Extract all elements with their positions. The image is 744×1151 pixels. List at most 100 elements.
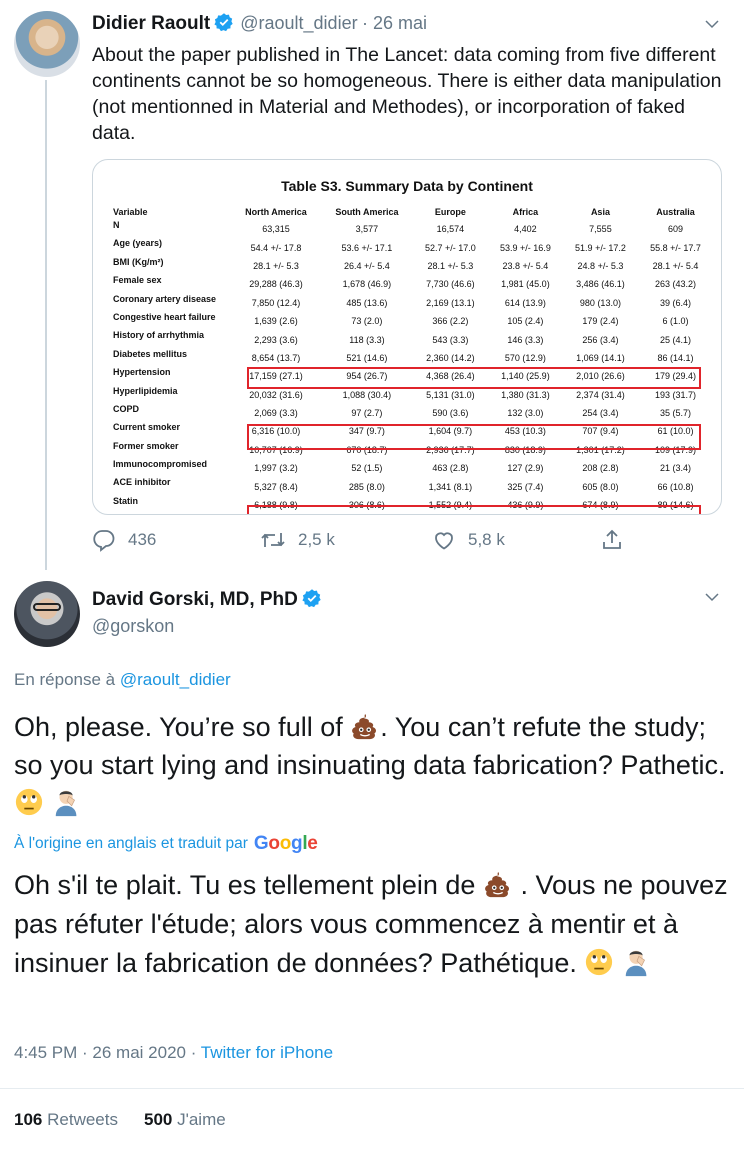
table-cell: 1,341 (8.1) bbox=[428, 481, 473, 492]
retweet-count: 2,5 k bbox=[298, 530, 335, 549]
like-button[interactable]: 5,8 k bbox=[432, 528, 505, 552]
table-cell: 3,486 (46.1) bbox=[576, 279, 625, 290]
table-row: BMI (Kg/m²) 28.1 +/- 5.3 26.4 +/- 5.4 28.1 … bbox=[111, 257, 713, 275]
tweet2-author-name[interactable]: David Gorski, MD, PhD bbox=[92, 589, 298, 610]
avatar-gorski[interactable] bbox=[14, 581, 80, 647]
table-row: Age (years) 54.4 +/- 17.8 53.6 +/- 17.1 52.… bbox=[111, 238, 713, 256]
table-cell: 609 bbox=[667, 224, 683, 235]
highlight-box-current-smoker bbox=[247, 424, 701, 450]
table-cell: 543 (3.3) bbox=[432, 334, 469, 345]
tweet1-text: About the paper published in The Lancet:… bbox=[92, 44, 722, 144]
avatar-raoult[interactable] bbox=[14, 11, 80, 77]
table-cell: 980 (13.0) bbox=[579, 297, 621, 308]
table-cell: 97 (2.7) bbox=[351, 408, 383, 419]
table-cell: 208 (2.8) bbox=[582, 463, 619, 474]
tweet1-author-name[interactable]: Didier Raoult bbox=[92, 13, 210, 34]
table-cell: 1,069 (14.1) bbox=[576, 352, 625, 363]
table-row-label: History of arrhythmia bbox=[113, 330, 205, 341]
facepalm-emoji bbox=[625, 950, 647, 977]
translated-label: À l'origine en anglais et traduit par bbox=[14, 835, 248, 852]
tweet2-meta: 4:45 PM · 26 mai 2020 · Twitter for iPho… bbox=[14, 1043, 333, 1063]
tweet2-text-part1: Oh, please. You’re so full of bbox=[14, 712, 343, 742]
table-cell: 86 (14.1) bbox=[657, 352, 694, 363]
table-cell: 118 (3.3) bbox=[349, 334, 385, 345]
table-row-label: Former smoker bbox=[113, 440, 179, 451]
tweet2-fr-part1: Oh s'il te plait. Tu es tellement plein … bbox=[14, 870, 476, 900]
share-button[interactable] bbox=[600, 528, 636, 552]
retweet-button[interactable]: 2,5 k bbox=[260, 528, 335, 552]
table-cell: 66 (10.8) bbox=[657, 481, 694, 492]
table-cell: 1,678 (46.9) bbox=[342, 279, 392, 290]
table-cell: 590 (3.6) bbox=[432, 408, 469, 419]
reply-count: 436 bbox=[128, 530, 157, 549]
table-header: North America bbox=[245, 207, 307, 217]
table-row-label: COPD bbox=[113, 403, 140, 414]
table-title: Table S3. Summary Data by Continent bbox=[281, 178, 533, 194]
table-cell: 4,402 bbox=[514, 224, 537, 235]
table-cell: 5,327 (8.4) bbox=[254, 481, 298, 492]
tweet1-date[interactable]: · 26 mai bbox=[362, 13, 427, 33]
table-cell: 52 (1.5) bbox=[351, 463, 383, 474]
table-row: N 63,315 3,577 16,574 4,402 7,555 609 bbox=[111, 220, 713, 238]
table-cell: 2,069 (3.3) bbox=[254, 408, 298, 419]
table-cell: 1,981 (45.0) bbox=[501, 279, 550, 290]
table-cell: 2,293 (3.6) bbox=[254, 334, 298, 345]
rolling-eyes-emoji bbox=[15, 788, 43, 816]
table-row: History of arrhythmia 2,293 (3.6) 118 (3.3… bbox=[111, 330, 713, 348]
tweet2-source-link[interactable]: Twitter for iPhone bbox=[201, 1043, 333, 1062]
table-row-label: ACE inhibitor bbox=[113, 477, 171, 488]
reply-prefix: En réponse à bbox=[14, 670, 116, 689]
highlight-box-hypertension bbox=[247, 367, 701, 389]
rolling-eyes-emoji bbox=[586, 948, 613, 976]
retweets-stat[interactable]: 106 Retweets bbox=[14, 1110, 118, 1129]
likes-label: J'aime bbox=[177, 1110, 226, 1129]
table-cell: 16,574 bbox=[436, 224, 465, 235]
table-header: Australia bbox=[656, 207, 695, 217]
like-count: 5,8 k bbox=[468, 530, 505, 549]
like-icon bbox=[435, 532, 453, 550]
table-cell: 2,169 (13.1) bbox=[426, 297, 475, 308]
tweet2-handle[interactable]: @gorskon bbox=[92, 616, 174, 637]
table-row-label: Hyperlipidemia bbox=[113, 385, 178, 396]
table-cell: 63,315 bbox=[262, 224, 290, 235]
table-cell: 263 (43.2) bbox=[654, 279, 696, 290]
table-cell: 28.1 +/- 5.3 bbox=[253, 260, 299, 271]
table-cell: 35 (5.7) bbox=[659, 408, 691, 419]
chevron-down-icon[interactable] bbox=[703, 15, 721, 33]
table-cell: 521 (14.6) bbox=[346, 352, 388, 363]
table-cell: 105 (2.4) bbox=[507, 316, 544, 327]
table-cell: 53.6 +/- 17.1 bbox=[341, 242, 393, 253]
table-header: Asia bbox=[590, 207, 610, 217]
table-row: Female sex 29,288 (46.3) 1,678 (46.9) 7,730… bbox=[111, 275, 713, 293]
table-cell: 53.9 +/- 16.9 bbox=[500, 242, 551, 253]
translation-notice[interactable]: À l'origine en anglais et traduit par Go… bbox=[14, 833, 318, 855]
tweet1-handle[interactable]: @raoult_didier bbox=[240, 13, 357, 33]
table-row: COPD 2,069 (3.3) 97 (2.7) 590 (3.6) 132 (3.0… bbox=[111, 404, 713, 422]
table-cell: 28.1 +/- 5.4 bbox=[652, 260, 699, 271]
table-cell: 254 (3.4) bbox=[582, 408, 619, 419]
likes-count: 500 bbox=[143, 1110, 173, 1129]
table-row-label: Immunocompromised bbox=[113, 459, 208, 470]
table-cell: 132 (3.0) bbox=[507, 408, 544, 419]
pile-of-poo-emoji bbox=[352, 713, 377, 740]
table-cell: 7,555 bbox=[589, 224, 612, 235]
table-cell: 146 (3.3) bbox=[507, 334, 544, 345]
tweet1-header: Didier Raoult @raoult_didier · 26 mai bbox=[92, 12, 427, 35]
table-row-label: Congestive heart failure bbox=[113, 311, 216, 322]
likes-stat[interactable]: 500 J'aime bbox=[144, 1110, 226, 1129]
table-cell: 325 (7.4) bbox=[507, 481, 544, 492]
highlight-box-statin bbox=[247, 505, 701, 514]
table-cell: 1,997 (3.2) bbox=[254, 463, 298, 474]
table-cell: 8,654 (13.7) bbox=[251, 352, 301, 363]
table-cell: 127 (2.9) bbox=[507, 463, 544, 474]
table-row-label: BMI (Kg/m²) bbox=[113, 256, 164, 267]
reply-to-handle-link[interactable]: @raoult_didier bbox=[120, 670, 231, 689]
chevron-down-icon[interactable] bbox=[703, 588, 721, 606]
table-row: Immunocompromised 1,997 (3.2) 52 (1.5) 463 … bbox=[111, 459, 713, 477]
tweet1-media-image[interactable]: Table S3. Summary Data by Continent Vari… bbox=[92, 159, 722, 515]
table-cell: 7,730 (46.6) bbox=[426, 279, 475, 290]
tweet2-timestamp[interactable]: 4:45 PM · 26 mai 2020 · bbox=[14, 1043, 196, 1062]
verified-badge-icon bbox=[302, 589, 321, 608]
summary-table: Variable North America South America Eur… bbox=[111, 204, 713, 514]
reply-button[interactable]: 436 bbox=[92, 528, 156, 552]
